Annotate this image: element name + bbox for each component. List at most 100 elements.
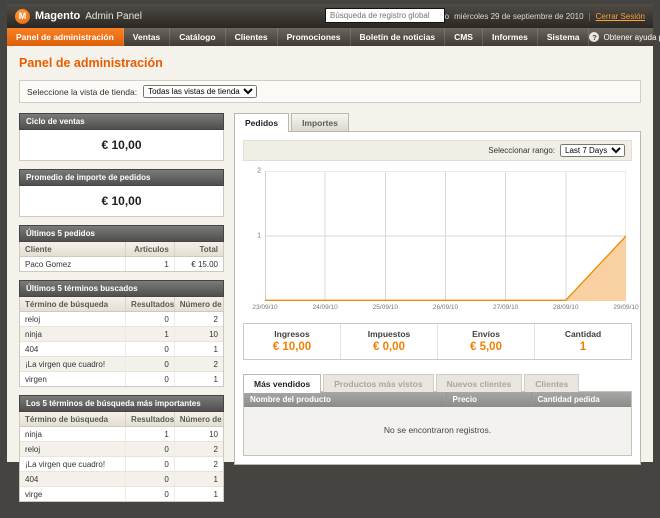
lifetime-sales-value: € 10,00 <box>20 130 223 160</box>
cell: 404 <box>20 472 126 487</box>
cell: 0 <box>126 372 175 387</box>
empty-records-message: No se encontraron registros. <box>244 407 631 455</box>
current-date-text: miércoles 29 de septiembre de 2010 <box>454 12 583 21</box>
table-row[interactable]: virgen 0 1 <box>20 372 223 387</box>
nav-item-sales[interactable]: Ventas <box>124 28 170 46</box>
table-row[interactable]: 404 0 1 <box>20 472 223 487</box>
nav-item-promotions[interactable]: Promociones <box>278 28 351 46</box>
range-select[interactable]: Last 7 Days <box>560 144 625 157</box>
dashboard-main-column: Pedidos Importes Seleccionar rango: Last… <box>234 113 641 465</box>
last-orders-title: Últimos 5 pedidos <box>19 225 224 242</box>
cell: 10 <box>174 327 223 342</box>
table-row[interactable]: Paco Gomez 1 € 15.00 <box>20 257 223 272</box>
grid-col-header: Cantidad pedida <box>531 392 631 407</box>
cell: ninja <box>20 427 126 442</box>
nav-item-cms[interactable]: CMS <box>445 28 483 46</box>
stat-label: Ingresos <box>244 329 340 339</box>
table-row[interactable]: ninja 1 10 <box>20 327 223 342</box>
table-row[interactable]: ninja 1 10 <box>20 427 223 442</box>
nav-item-customers[interactable]: Clientes <box>226 28 278 46</box>
col-header: Cliente <box>20 242 126 257</box>
lifetime-sales-title: Ciclo de ventas <box>19 113 224 130</box>
cell: 2 <box>174 442 223 457</box>
cell: 1 <box>174 342 223 357</box>
cell: 0 <box>126 442 175 457</box>
stat-label: Cantidad <box>535 329 631 339</box>
grid-tabs: Más vendidos Productos más vistos Nuevos… <box>243 374 632 392</box>
store-view-select[interactable]: Todas las vistas de tienda <box>143 85 257 98</box>
average-orders-title: Promedio de importe de pedidos <box>19 169 224 186</box>
top-search-terms-panel: Los 5 términos de búsqueda más important… <box>19 395 224 502</box>
brand-subtitle: Admin Panel <box>85 11 142 22</box>
tab-amounts[interactable]: Importes <box>291 113 349 131</box>
x-axis-tick: 24/09/10 <box>313 304 338 311</box>
orders-chart: 2 1 <box>245 171 630 313</box>
table-row[interactable]: 404 0 1 <box>20 342 223 357</box>
col-header: Número de usos <box>174 412 223 427</box>
cell: ¡La virgen que cuadro! <box>20 457 126 472</box>
col-header: Término de búsqueda <box>20 412 126 427</box>
stat-label: Envíos <box>438 329 534 339</box>
x-axis-labels: 23/09/10 24/09/10 25/09/10 26/09/10 27/0… <box>265 301 626 313</box>
tab-bestsellers[interactable]: Más vendidos <box>243 374 321 393</box>
help-label: Obtener ayuda para esta página <box>603 33 660 42</box>
cell: Paco Gomez <box>20 257 126 272</box>
cell: 1 <box>174 472 223 487</box>
page-help-link[interactable]: ? Obtener ayuda para esta página <box>589 28 660 46</box>
table-row[interactable]: virge 0 1 <box>20 487 223 502</box>
tab-orders[interactable]: Pedidos <box>234 113 289 132</box>
tab-customers[interactable]: Clientes <box>524 374 579 392</box>
top-header-bar: M Magento Admin Panel Accedió como aparo… <box>7 4 653 28</box>
chart-plot-area: 2 1 <box>265 171 626 301</box>
bottom-grids: Más vendidos Productos más vistos Nuevos… <box>243 374 632 456</box>
main-nav: Panel de administración Ventas Catálogo … <box>7 28 653 46</box>
cell: 1 <box>126 427 175 442</box>
tab-new-customers[interactable]: Nuevos clientes <box>436 374 523 392</box>
range-label: Seleccionar rango: <box>488 146 555 155</box>
table-row[interactable]: reloj 0 2 <box>20 312 223 327</box>
nav-item-reports[interactable]: Informes <box>483 28 538 46</box>
orders-board: Seleccionar rango: Last 7 Days 2 1 <box>234 131 641 465</box>
cell: 1 <box>174 372 223 387</box>
stat-value: € 10,00 <box>244 341 340 353</box>
y-axis-tick: 1 <box>257 233 261 240</box>
nav-item-catalog[interactable]: Catálogo <box>170 28 225 46</box>
magento-logo-icon: M <box>15 9 30 24</box>
grid-col-header: Nombre del producto <box>244 392 446 407</box>
cell: 0 <box>126 457 175 472</box>
cell: € 15.00 <box>174 257 223 272</box>
top-search-terms-title: Los 5 términos de búsqueda más important… <box>19 395 224 412</box>
stat-value: € 0,00 <box>341 341 437 353</box>
tab-most-viewed[interactable]: Productos más vistos <box>323 374 433 392</box>
col-header: Resultados <box>126 412 175 427</box>
col-header: Número de usos <box>174 297 223 312</box>
table-row[interactable]: ¡La virgen que cuadro! 0 2 <box>20 457 223 472</box>
cell: virgen <box>20 372 126 387</box>
table-row[interactable]: reloj 0 2 <box>20 442 223 457</box>
cell: 404 <box>20 342 126 357</box>
stat-value: 1 <box>535 341 631 353</box>
x-axis-tick: 23/09/10 <box>252 304 277 311</box>
nav-item-newsletter[interactable]: Boletín de noticias <box>351 28 446 46</box>
average-orders-panel: Promedio de importe de pedidos € 10,00 <box>19 169 224 217</box>
cell: 2 <box>174 357 223 372</box>
table-row[interactable]: ¡La virgen que cuadro! 0 2 <box>20 357 223 372</box>
stat-revenue: Ingresos € 10,00 <box>244 324 340 359</box>
global-search-input[interactable] <box>325 8 445 23</box>
x-axis-tick: 29/09/10 <box>613 304 638 311</box>
cell: 1 <box>126 327 175 342</box>
x-axis-tick: 26/09/10 <box>433 304 458 311</box>
content-area: Panel de administración Seleccione la vi… <box>7 46 653 518</box>
col-header: Resultados <box>126 297 175 312</box>
last-search-terms-panel: Últimos 5 términos buscados Término de b… <box>19 280 224 387</box>
cell: 0 <box>126 472 175 487</box>
col-header: Total <box>174 242 223 257</box>
dashboard-left-column: Ciclo de ventas € 10,00 Promedio de impo… <box>19 113 224 510</box>
col-header: Artículos <box>126 242 175 257</box>
range-bar: Seleccionar rango: Last 7 Days <box>243 140 632 161</box>
logout-link[interactable]: Cerrar Sesión <box>596 12 645 21</box>
cell: ¡La virgen que cuadro! <box>20 357 126 372</box>
stat-quantity: Cantidad 1 <box>534 324 631 359</box>
nav-item-system[interactable]: Sistema <box>538 28 590 46</box>
nav-item-dashboard[interactable]: Panel de administración <box>7 28 124 46</box>
